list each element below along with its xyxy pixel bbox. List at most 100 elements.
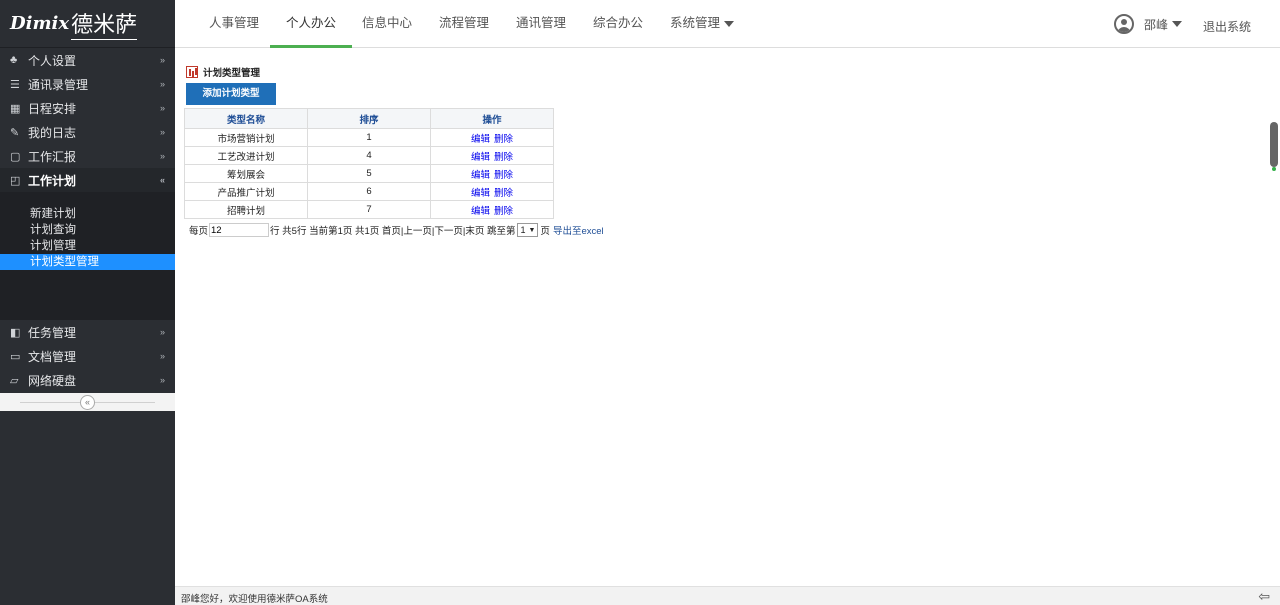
sidebar-item-label: 任务管理: [28, 325, 77, 340]
sidebar-item[interactable]: ♣ 个人设置 »: [0, 48, 175, 72]
edit-link[interactable]: 编辑: [471, 170, 490, 181]
type-name-cell: 招聘计划: [184, 200, 308, 219]
submenu-item[interactable]: 计划类型管理: [0, 254, 175, 270]
back-arrow-icon[interactable]: ⇦: [1258, 588, 1270, 605]
nav-tab[interactable]: 系统管理: [654, 0, 750, 48]
main-content: 计划类型管理 添加计划类型 类型名称 排序 操作 市场营销计划 1 编辑 删除 工艺改进计划…: [175, 49, 1280, 586]
page-select-value: 1: [520, 225, 526, 235]
delete-link[interactable]: 删除: [494, 188, 513, 199]
nav-tab-label: 流程管理: [439, 16, 490, 30]
type-name-cell: 工艺改进计划: [184, 146, 308, 165]
sidebar-item-icon: ▢: [10, 150, 21, 163]
delete-link[interactable]: 删除: [494, 134, 513, 145]
sidebar-collapse-bar: «: [0, 393, 175, 411]
delete-link[interactable]: 删除: [494, 170, 513, 181]
edit-link[interactable]: 编辑: [471, 134, 490, 145]
chevron-icon: »: [159, 151, 165, 161]
submenu-item[interactable]: 计划查询: [0, 222, 175, 238]
sidebar-item-label: 工作汇报: [28, 149, 77, 164]
sidebar-item-icon: ☰: [10, 78, 20, 91]
edit-link[interactable]: 编辑: [471, 152, 490, 163]
user-name: 邵峰: [1144, 17, 1169, 32]
table-row: 市场营销计划 1 编辑 删除: [184, 128, 554, 147]
page-title-row: 计划类型管理: [186, 65, 260, 79]
per-page-input[interactable]: [209, 223, 270, 237]
sidebar-item-label: 工作计划: [28, 173, 77, 188]
sidebar-item[interactable]: ◧ 任务管理 »: [0, 320, 175, 344]
sidebar-item-label: 我的日志: [28, 125, 77, 140]
pager: 每页 行 共5行 当前第1页 共1页 首页|上一页|下一页|末页 跳至第 1 ▼…: [189, 223, 604, 237]
sidebar-menu-bottom: ◧ 任务管理 » ▭ 文档管理 » ▱ 网络硬盘 »: [0, 320, 175, 392]
sidebar-item[interactable]: ☰ 通讯录管理 »: [0, 72, 175, 96]
nav-tab[interactable]: 人事管理: [193, 0, 275, 48]
sidebar-item[interactable]: ◰ 工作计划 «: [0, 168, 175, 192]
logo-en-text: Dimix: [10, 13, 70, 34]
edit-link[interactable]: 编辑: [471, 188, 490, 199]
chevron-icon: «: [159, 175, 165, 185]
sidebar-item[interactable]: ▢ 工作汇报 »: [0, 144, 175, 168]
nav-tab-label: 系统管理: [670, 16, 721, 30]
actions-cell: 编辑 删除: [430, 146, 554, 165]
sidebar-item-icon: ◰: [10, 174, 21, 187]
sidebar-item[interactable]: ✎ 我的日志 »: [0, 120, 175, 144]
user-menu[interactable]: 邵峰: [1114, 14, 1183, 34]
collapse-sidebar-button[interactable]: «: [80, 395, 95, 410]
nav-tab[interactable]: 个人办公: [270, 0, 353, 48]
order-cell: 1: [307, 128, 431, 147]
add-plan-type-button[interactable]: 添加计划类型: [186, 83, 276, 105]
order-cell: 7: [307, 200, 431, 219]
sidebar-item-label: 通讯录管理: [28, 77, 89, 92]
page-title: 计划类型管理: [203, 68, 261, 79]
submenu-item[interactable]: 新建计划: [0, 206, 175, 222]
logo[interactable]: Dimix 德米萨: [0, 0, 175, 48]
nav-tab-label: 综合办公: [593, 16, 644, 30]
sidebar-item-icon: ♣: [10, 54, 18, 66]
column-header: 操作: [430, 108, 554, 129]
column-header: 类型名称: [184, 108, 308, 129]
submenu-item[interactable]: 计划管理: [0, 238, 175, 254]
pager-per-page-label: 每页: [189, 226, 209, 237]
nav-tab[interactable]: 综合办公: [577, 0, 659, 48]
sidebar-menu-top: ♣ 个人设置 » ☰ 通讯录管理 » ▦ 日程安排 » ✎ 我的日志 » ▢ 工作汇报 » ◰ 工作计划 «: [0, 48, 175, 192]
sidebar-item-label: 网络硬盘: [28, 373, 77, 388]
delete-link[interactable]: 删除: [494, 206, 513, 217]
nav-tab[interactable]: 通讯管理: [500, 0, 582, 48]
chevron-icon: »: [159, 55, 165, 65]
table-row: 工艺改进计划 4 编辑 删除: [184, 146, 554, 165]
nav-tab[interactable]: 信息中心: [346, 0, 428, 48]
plan-type-table: 类型名称 排序 操作 市场营销计划 1 编辑 删除 工艺改进计划 4 编辑 删除 筹划展会 5 编辑 删除…: [184, 108, 554, 219]
page-select[interactable]: 1 ▼: [517, 223, 539, 237]
column-header: 排序: [307, 108, 431, 129]
table-row: 产品推广计划 6 编辑 删除: [184, 182, 554, 201]
actions-cell: 编辑 删除: [430, 164, 554, 183]
nav-tab-label: 信息中心: [362, 16, 413, 30]
actions-cell: 编辑 删除: [430, 200, 554, 219]
sidebar-item[interactable]: ▦ 日程安排 »: [0, 96, 175, 120]
export-excel-link[interactable]: 导出至excel: [553, 223, 604, 237]
sidebar: Dimix 德米萨 ♣ 个人设置 » ☰ 通讯录管理 » ▦ 日程安排 » ✎ 我的日志 » ▢ 工作汇报…: [0, 0, 175, 605]
sidebar-item-icon: ◧: [10, 326, 21, 339]
order-cell: 5: [307, 164, 431, 183]
nav-tab-label: 个人办公: [286, 16, 337, 30]
chevron-icon: »: [159, 351, 165, 361]
nav-tab[interactable]: 流程管理: [423, 0, 505, 48]
chevron-icon: »: [159, 103, 165, 113]
sidebar-submenu: 新建计划 计划查询 计划管理 计划类型管理: [0, 192, 175, 320]
delete-link[interactable]: 删除: [494, 152, 513, 163]
sidebar-item[interactable]: ▱ 网络硬盘 »: [0, 368, 175, 392]
type-name-cell: 产品推广计划: [184, 182, 308, 201]
scrollbar[interactable]: [1270, 122, 1278, 171]
chevron-icon: »: [159, 127, 165, 137]
table-row: 招聘计划 7 编辑 删除: [184, 200, 554, 219]
logout-link[interactable]: 退出系统: [1203, 18, 1251, 35]
sidebar-item-label: 个人设置: [28, 53, 77, 68]
sidebar-item[interactable]: ▭ 文档管理 »: [0, 344, 175, 368]
logo-cn-text: 德米萨: [71, 7, 138, 40]
edit-link[interactable]: 编辑: [471, 206, 490, 217]
nav-tab-label: 通讯管理: [516, 16, 567, 30]
chevron-icon: »: [159, 375, 165, 385]
chevron-down-icon: [724, 20, 735, 27]
sidebar-item-icon: ✎: [10, 126, 20, 139]
actions-cell: 编辑 删除: [430, 128, 554, 147]
pager-page-suffix: 页: [540, 226, 550, 237]
